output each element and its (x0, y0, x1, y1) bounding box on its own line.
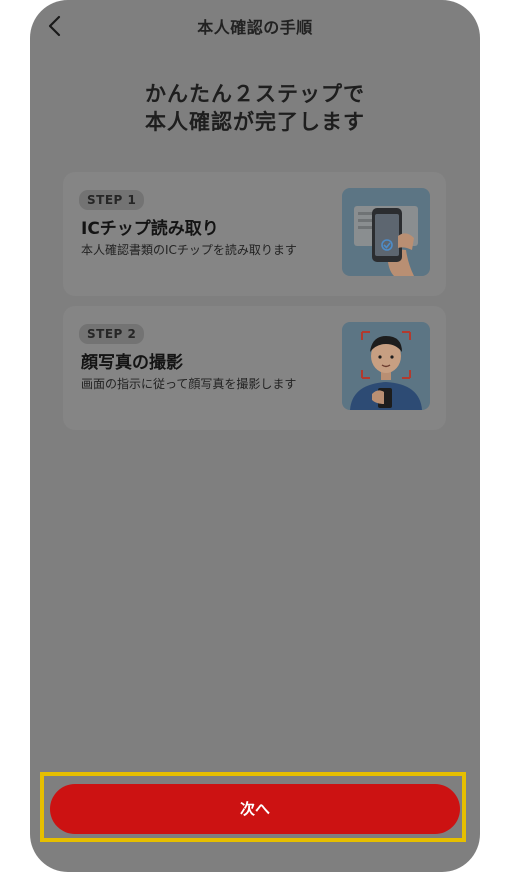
selfie-illustration (342, 322, 430, 410)
step-badge: STEP 2 (79, 324, 145, 344)
step-description: 画面の指示に従って顔写真を撮影します (81, 377, 297, 391)
headline-line-1: かんたん２ステップで (145, 82, 365, 106)
headline-line-2: 本人確認が完了します (145, 110, 365, 134)
step-card-face-photo: STEP 2 顔写真の撮影 画面の指示に従って顔写真を撮影します (63, 306, 446, 430)
phone-nfc-scan-illustration (342, 188, 430, 276)
next-button[interactable]: 次へ (50, 784, 460, 834)
step-description: 本人確認書類のICチップを読み取ります (81, 243, 297, 257)
headline: かんたん２ステップで 本人確認が完了します (30, 80, 480, 136)
app-screen: 本人確認の手順 かんたん２ステップで 本人確認が完了します STEP 1 ICチ… (30, 0, 480, 872)
page-title: 本人確認の手順 (197, 18, 313, 37)
step-card-ic-chip: STEP 1 ICチップ読み取り 本人確認書類のICチップを読み取ります (63, 172, 446, 296)
step-title: ICチップ読み取り (81, 219, 219, 239)
step-title: 顔写真の撮影 (81, 353, 183, 373)
step-badge: STEP 1 (79, 190, 145, 210)
